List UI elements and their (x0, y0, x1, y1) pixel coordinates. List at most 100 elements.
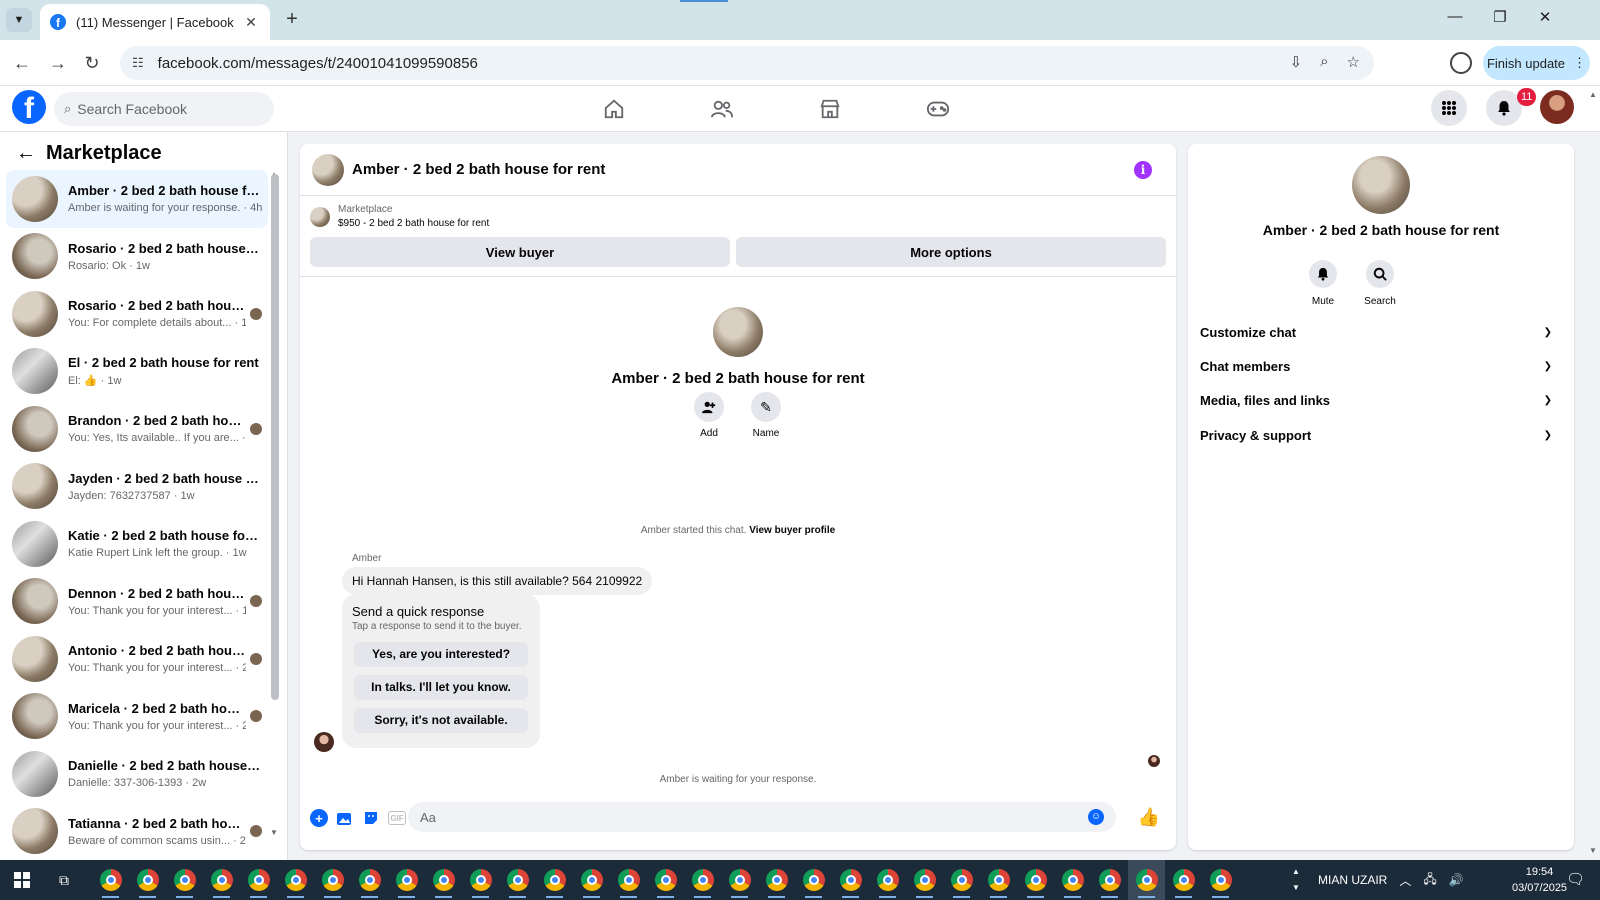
restore-window-icon[interactable]: ❐ (1485, 8, 1515, 26)
chrome-taskbar-icon[interactable] (536, 860, 573, 900)
bookmark-star-icon[interactable]: ☆ (1347, 53, 1360, 71)
page-scroll-down-icon[interactable]: ▼ (1589, 846, 1597, 855)
chrome-taskbar-icon[interactable] (499, 860, 536, 900)
chrome-taskbar-icon[interactable] (869, 860, 906, 900)
chat-members-section[interactable]: Chat members ❯ (1200, 352, 1562, 380)
view-buyer-button[interactable]: View buyer (310, 237, 730, 267)
thumbs-up-icon[interactable]: 👍 (1138, 807, 1160, 828)
zoom-icon[interactable]: ⌕ (1320, 53, 1328, 71)
conversation-item[interactable]: Rosario · 2 bed 2 bath house fo... Rosari… (6, 228, 268, 286)
photo-icon[interactable] (336, 809, 354, 827)
chrome-taskbar-icon[interactable] (240, 860, 277, 900)
quick-response-not-available-button[interactable]: Sorry, it's not available. (354, 708, 528, 733)
conversation-info-icon[interactable]: i (1134, 161, 1152, 179)
action-center-icon[interactable]: 🗨 (1566, 870, 1585, 888)
tray-user-name[interactable]: MIAN UZAIR (1318, 873, 1387, 887)
chrome-taskbar-icon[interactable] (832, 860, 869, 900)
chrome-taskbar-icon[interactable] (758, 860, 795, 900)
address-bar[interactable]: ☷ facebook.com/messages/t/24001041099590… (120, 46, 1374, 80)
taskbar-scroll-arrows-icon[interactable]: ▲ ▼ (1292, 864, 1300, 896)
media-files-links-section[interactable]: Media, files and links ❯ (1200, 386, 1562, 414)
sticker-icon[interactable] (362, 809, 380, 827)
conversation-item[interactable]: Danielle · 2 bed 2 bath house fo... Danie… (6, 745, 268, 803)
tab-search-chevron-icon[interactable]: ▼ (6, 8, 32, 32)
chrome-taskbar-icon[interactable] (166, 860, 203, 900)
chrome-taskbar-icon[interactable] (610, 860, 647, 900)
chrome-taskbar-icon[interactable] (1128, 860, 1165, 900)
browser-profile-icon[interactable] (1450, 52, 1472, 74)
more-options-button[interactable]: More options (736, 237, 1166, 267)
chrome-taskbar-icon[interactable] (684, 860, 721, 900)
conversation-item[interactable]: Jayden · 2 bed 2 bath house for... Jayden… (6, 458, 268, 516)
chrome-taskbar-icon[interactable] (721, 860, 758, 900)
mute-button[interactable]: Mute (1295, 260, 1351, 307)
tab-close-icon[interactable]: ✕ (242, 14, 260, 31)
menu-grid-icon[interactable] (1431, 90, 1467, 126)
quick-response-yes-button[interactable]: Yes, are you interested? (354, 642, 528, 667)
chrome-taskbar-icon[interactable] (906, 860, 943, 900)
privacy-support-section[interactable]: Privacy & support ❯ (1200, 421, 1562, 449)
plus-icon[interactable]: + (310, 809, 328, 827)
incoming-message-bubble[interactable]: Hi Hannah Hansen, is this still availabl… (342, 567, 653, 595)
install-app-icon[interactable]: ⇩ (1290, 53, 1303, 71)
conversation-item[interactable]: Rosario · 2 bed 2 bath house ... You: For… (6, 285, 268, 343)
customize-chat-section[interactable]: Customize chat ❯ (1200, 318, 1562, 346)
view-buyer-profile-link[interactable]: View buyer profile (749, 525, 835, 536)
name-chat-button[interactable]: ✎ Name (741, 392, 791, 439)
back-arrow-icon[interactable]: ← (16, 142, 36, 165)
quick-response-in-talks-button[interactable]: In talks. I'll let you know. (354, 675, 528, 700)
forward-arrow-icon[interactable]: → (46, 51, 70, 75)
chat-avatar[interactable] (312, 153, 344, 186)
minimize-window-icon[interactable]: — (1440, 8, 1470, 25)
chrome-taskbar-icon[interactable] (203, 860, 240, 900)
finish-update-button[interactable]: Finish update ⋮ (1483, 46, 1590, 80)
conversation-item[interactable]: El · 2 bed 2 bath house for rent El: 👍 · … (6, 343, 268, 401)
facebook-logo-icon[interactable]: f (12, 90, 46, 124)
network-icon[interactable]: 🖧 (1423, 870, 1436, 891)
system-clock[interactable]: 19:54 03/07/2025 (1512, 864, 1567, 896)
reload-icon[interactable]: ↻ (80, 51, 104, 75)
chrome-taskbar-icon[interactable] (351, 860, 388, 900)
site-info-icon[interactable]: ☷ (132, 55, 144, 71)
sender-avatar[interactable] (314, 732, 334, 752)
scroll-down-arrow-icon[interactable]: ▼ (270, 828, 278, 837)
search-in-chat-button[interactable]: Search (1352, 260, 1408, 307)
chrome-taskbar-icon[interactable] (388, 860, 425, 900)
conversation-item[interactable]: Amber · 2 bed 2 bath house for ... Amber … (6, 170, 268, 228)
gif-icon[interactable]: GIF (388, 811, 406, 825)
tray-chevron-up-icon[interactable]: ︿ (1399, 872, 1411, 889)
chrome-taskbar-icon[interactable] (314, 860, 351, 900)
chrome-taskbar-icon[interactable] (277, 860, 314, 900)
home-icon[interactable] (594, 94, 634, 124)
back-arrow-icon[interactable]: ← (10, 51, 34, 75)
windows-start-icon[interactable] (0, 860, 44, 900)
chrome-taskbar-icon[interactable] (1017, 860, 1054, 900)
conversation-item[interactable]: Antonio · 2 bed 2 bath house... You: Than… (6, 630, 268, 688)
facebook-search-input[interactable] (77, 101, 258, 117)
chrome-taskbar-icon[interactable] (943, 860, 980, 900)
chrome-taskbar-icon[interactable] (1054, 860, 1091, 900)
message-input[interactable] (420, 809, 1060, 825)
conversation-item[interactable]: Maricela · 2 bed 2 bath house... You: Tha… (6, 688, 268, 746)
message-input-wrapper[interactable]: ☺ (408, 802, 1116, 832)
emoji-icon[interactable]: ☺ (1088, 809, 1104, 825)
chrome-taskbar-icon[interactable] (1165, 860, 1202, 900)
add-people-button[interactable]: Add (684, 392, 734, 439)
listing-summary[interactable]: Marketplace $950 - 2 bed 2 bath house fo… (310, 204, 489, 229)
conversation-item[interactable]: Katie · 2 bed 2 bath house for r... Katie… (6, 515, 268, 573)
chrome-taskbar-icon[interactable] (795, 860, 832, 900)
chat-title[interactable]: Amber · 2 bed 2 bath house for rent (352, 161, 605, 178)
new-tab-plus-icon[interactable]: + (280, 8, 304, 32)
gaming-icon[interactable] (918, 94, 958, 124)
chrome-taskbar-icon[interactable] (573, 860, 610, 900)
marketplace-icon[interactable] (810, 94, 850, 124)
chrome-taskbar-icon[interactable] (462, 860, 499, 900)
conversation-item[interactable]: Brandon · 2 bed 2 bath house... You: Yes,… (6, 400, 268, 458)
chrome-taskbar-icon[interactable] (92, 860, 129, 900)
chrome-taskbar-icon[interactable] (980, 860, 1017, 900)
task-view-icon[interactable]: ⧉ (44, 872, 84, 889)
chrome-taskbar-icon[interactable] (1091, 860, 1128, 900)
chrome-taskbar-icon[interactable] (129, 860, 166, 900)
friends-icon[interactable] (702, 94, 742, 124)
browser-tab-messenger[interactable]: f (11) Messenger | Facebook ✕ (40, 4, 270, 40)
